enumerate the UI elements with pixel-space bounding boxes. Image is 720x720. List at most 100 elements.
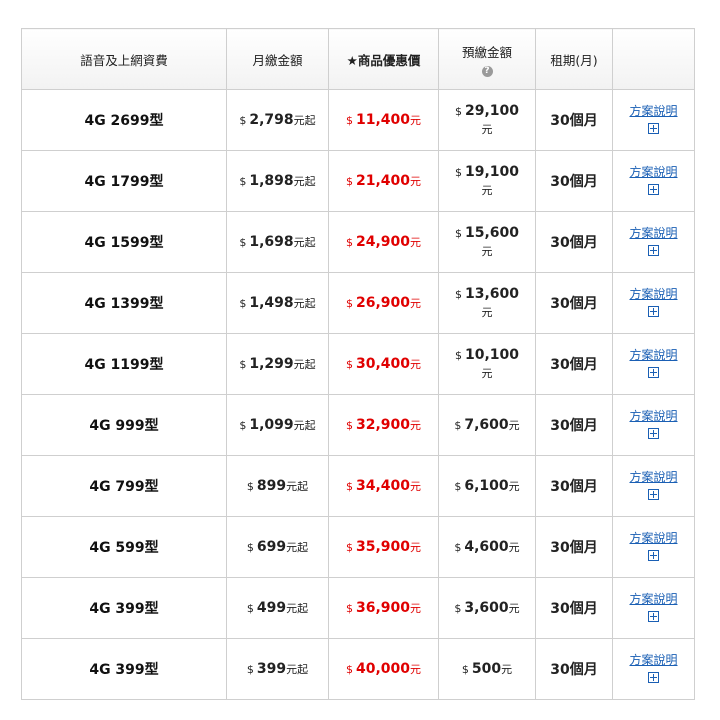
promo-cell: $36,900元 <box>328 577 439 639</box>
expand-plus-icon[interactable] <box>648 184 659 195</box>
plan-details-link[interactable]: 方案說明 <box>613 468 694 485</box>
prepay-number: 29,100 <box>464 102 520 119</box>
plan-name: 4G 1599型 <box>21 211 227 273</box>
expand-plus-icon[interactable] <box>648 611 659 622</box>
unit-label: 元起 <box>293 175 316 188</box>
help-icon[interactable]: ? <box>481 65 493 77</box>
table-body: 4G 2699型 $2,798元起 $11,400元 $29,100 元 30個月 方案說明… <box>21 89 695 700</box>
term-cell: 30個月 <box>535 455 613 517</box>
promo-number: 34,400 <box>355 478 411 494</box>
monthly-number: 1,099 <box>249 417 294 433</box>
currency-sign: $ <box>345 114 353 127</box>
expand-plus-icon[interactable] <box>648 367 659 378</box>
promo-cell: $35,900元 <box>328 516 439 578</box>
currency-sign: $ <box>454 602 462 615</box>
promo-number: 36,900 <box>355 600 411 616</box>
plan-details-link[interactable]: 方案說明 <box>613 346 694 363</box>
expand-plus-icon[interactable] <box>648 672 659 683</box>
prepay-number: 3,600 <box>464 600 509 616</box>
info-cell: 方案說明 <box>612 89 695 151</box>
promo-number: 35,900 <box>355 539 411 555</box>
monthly-cell: $1,498元起 <box>226 272 329 334</box>
table-row: 4G 1399型 $1,498元起 $26,900元 $13,600 元 30個月 方案說明 <box>21 272 695 334</box>
unit-label: 元 <box>508 541 520 554</box>
prepay-number: 10,100 <box>464 346 520 363</box>
unit-label: 元起 <box>293 358 316 371</box>
prepay-number: 6,100 <box>464 478 509 494</box>
monthly-number: 1,698 <box>249 234 294 250</box>
currency-sign: $ <box>239 175 247 188</box>
plan-details-link[interactable]: 方案說明 <box>613 590 694 607</box>
prepay-cell: $13,600 元 <box>438 272 536 334</box>
term-cell: 30個月 <box>535 394 613 456</box>
unit-label: 元 <box>508 602 520 615</box>
prepay-number: 13,600 <box>464 285 520 302</box>
expand-plus-icon[interactable] <box>648 123 659 134</box>
plan-name: 4G 799型 <box>21 455 227 517</box>
header-plan: 語音及上網資費 <box>21 28 227 90</box>
unit-label: 元 <box>410 541 422 554</box>
prepay-number: 7,600 <box>464 417 509 433</box>
table-row: 4G 399型 $399元起 $40,000元 $500元 30個月 方案說明 <box>21 638 695 700</box>
unit-label: 元 <box>410 663 422 676</box>
unit-label: 元 <box>508 480 520 493</box>
plan-details-link[interactable]: 方案說明 <box>613 224 694 241</box>
plan-details-link[interactable]: 方案說明 <box>613 102 694 119</box>
unit-label: 元 <box>410 114 422 127</box>
info-cell: 方案說明 <box>612 394 695 456</box>
monthly-cell: $1,698元起 <box>226 211 329 273</box>
table-row: 4G 1599型 $1,698元起 $24,900元 $15,600 元 30個月 方案說明 <box>21 211 695 273</box>
unit-label: 元起 <box>293 419 316 432</box>
unit-label: 元 <box>481 122 493 136</box>
expand-plus-icon[interactable] <box>648 550 659 561</box>
term-cell: 30個月 <box>535 211 613 273</box>
info-cell: 方案說明 <box>612 516 695 578</box>
promo-number: 24,900 <box>355 234 411 250</box>
unit-label: 元起 <box>286 663 309 676</box>
currency-sign: $ <box>246 663 254 676</box>
unit-label: 元 <box>508 419 520 432</box>
expand-plus-icon[interactable] <box>648 428 659 439</box>
currency-sign: $ <box>345 175 353 188</box>
monthly-cell: $1,898元起 <box>226 150 329 212</box>
promo-cell: $30,400元 <box>328 333 439 395</box>
currency-sign: $ <box>239 419 247 432</box>
table-row: 4G 799型 $899元起 $34,400元 $6,100元 30個月 方案說明 <box>21 455 695 517</box>
header-promo-price: ★商品優惠價 <box>328 28 439 90</box>
currency-sign: $ <box>345 602 353 615</box>
expand-plus-icon[interactable] <box>648 245 659 256</box>
info-cell: 方案說明 <box>612 333 695 395</box>
prepay-cell: $6,100元 <box>438 455 536 517</box>
currency-sign: $ <box>454 480 462 493</box>
prepay-cell: $29,100 元 <box>438 89 536 151</box>
plan-details-link[interactable]: 方案說明 <box>613 285 694 302</box>
expand-plus-icon[interactable] <box>648 489 659 500</box>
currency-sign: $ <box>345 480 353 493</box>
unit-label: 元 <box>481 244 493 258</box>
term-cell: 30個月 <box>535 272 613 334</box>
currency-sign: $ <box>345 236 353 249</box>
monthly-cell: $699元起 <box>226 516 329 578</box>
prepay-value: $29,100 元 <box>455 102 519 139</box>
currency-sign: $ <box>454 165 462 179</box>
info-cell: 方案說明 <box>612 455 695 517</box>
currency-sign: $ <box>345 541 353 554</box>
prepay-value: $10,100 元 <box>455 346 519 383</box>
plan-details-link[interactable]: 方案說明 <box>613 651 694 668</box>
promo-cell: $34,400元 <box>328 455 439 517</box>
promo-number: 30,400 <box>355 356 411 372</box>
prepay-number: 15,600 <box>464 224 520 241</box>
plan-details-link[interactable]: 方案說明 <box>613 529 694 546</box>
monthly-number: 1,299 <box>249 356 294 372</box>
header-info <box>612 28 695 90</box>
expand-plus-icon[interactable] <box>648 306 659 317</box>
info-cell: 方案說明 <box>612 638 695 700</box>
plan-details-link[interactable]: 方案說明 <box>613 163 694 180</box>
currency-sign: $ <box>345 297 353 310</box>
prepay-number: 4,600 <box>464 539 509 555</box>
prepay-cell: $19,100 元 <box>438 150 536 212</box>
info-cell: 方案說明 <box>612 577 695 639</box>
monthly-cell: $499元起 <box>226 577 329 639</box>
plan-details-link[interactable]: 方案說明 <box>613 407 694 424</box>
promo-number: 40,000 <box>355 661 411 677</box>
